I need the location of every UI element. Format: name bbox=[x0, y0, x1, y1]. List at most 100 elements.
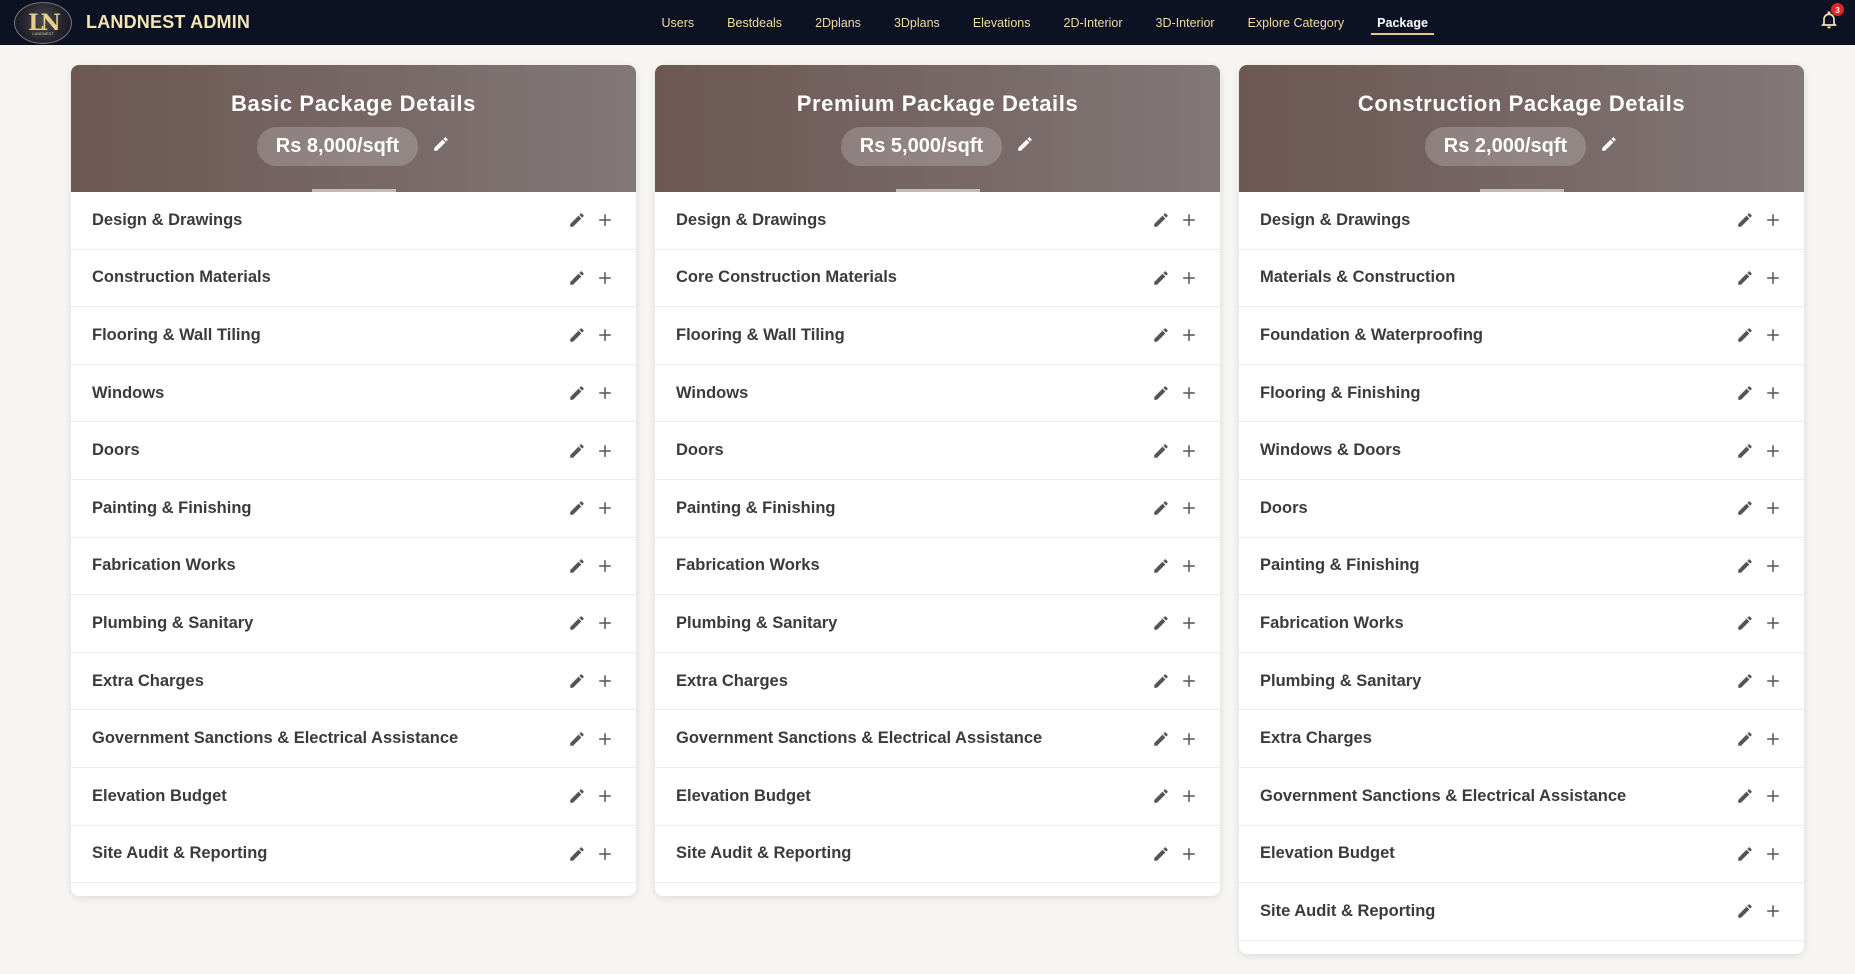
edit-item-button[interactable] bbox=[1736, 730, 1754, 748]
package-card-premium: Premium Package Details Rs 5,000/sqft Desi… bbox=[655, 65, 1220, 897]
add-item-button[interactable] bbox=[1764, 557, 1782, 575]
add-item-button[interactable] bbox=[596, 211, 614, 229]
add-item-button[interactable] bbox=[1180, 326, 1198, 344]
nav-link-elevations[interactable]: Elevations bbox=[956, 0, 1047, 45]
nav-link-2dplans[interactable]: 2Dplans bbox=[799, 0, 878, 45]
add-item-button[interactable] bbox=[1180, 269, 1198, 287]
edit-price-button[interactable] bbox=[1600, 135, 1618, 153]
add-item-button[interactable] bbox=[596, 499, 614, 517]
add-item-button[interactable] bbox=[1180, 787, 1198, 805]
add-item-button[interactable] bbox=[596, 269, 614, 287]
add-item-button[interactable] bbox=[1180, 614, 1198, 632]
add-item-button[interactable] bbox=[1764, 902, 1782, 920]
edit-item-button[interactable] bbox=[568, 672, 586, 690]
edit-item-button[interactable] bbox=[568, 326, 586, 344]
add-item-button[interactable] bbox=[1764, 211, 1782, 229]
add-item-button[interactable] bbox=[1764, 845, 1782, 863]
package-item: Site Audit & Reporting bbox=[71, 826, 636, 884]
edit-item-button[interactable] bbox=[568, 499, 586, 517]
edit-item-button[interactable] bbox=[1736, 211, 1754, 229]
edit-item-button[interactable] bbox=[568, 384, 586, 402]
nav-link-2d-interior[interactable]: 2D-Interior bbox=[1047, 0, 1139, 45]
add-item-button[interactable] bbox=[1764, 499, 1782, 517]
edit-item-button[interactable] bbox=[1152, 211, 1170, 229]
add-item-button[interactable] bbox=[1764, 442, 1782, 460]
edit-item-button[interactable] bbox=[1736, 269, 1754, 287]
edit-item-button[interactable] bbox=[568, 269, 586, 287]
nav-link-package[interactable]: Package bbox=[1361, 0, 1445, 45]
brand[interactable]: LN LANDNEST LANDNEST ADMIN bbox=[14, 1, 250, 44]
edit-item-button[interactable] bbox=[1152, 499, 1170, 517]
edit-item-button[interactable] bbox=[1152, 326, 1170, 344]
nav-link-3d-interior[interactable]: 3D-Interior bbox=[1139, 0, 1231, 45]
add-item-button[interactable] bbox=[596, 730, 614, 748]
add-item-button[interactable] bbox=[1180, 499, 1198, 517]
add-item-button[interactable] bbox=[1180, 730, 1198, 748]
add-item-button[interactable] bbox=[1764, 326, 1782, 344]
add-item-button[interactable] bbox=[596, 557, 614, 575]
pencil-icon bbox=[1016, 135, 1034, 153]
add-item-button[interactable] bbox=[1180, 672, 1198, 690]
nav-link-users[interactable]: Users bbox=[645, 0, 711, 45]
edit-price-button[interactable] bbox=[432, 135, 450, 153]
edit-item-button[interactable] bbox=[568, 787, 586, 805]
notifications-button[interactable]: 3 bbox=[1819, 3, 1844, 30]
edit-item-button[interactable] bbox=[1736, 557, 1754, 575]
edit-item-button[interactable] bbox=[1152, 730, 1170, 748]
edit-item-button[interactable] bbox=[1736, 326, 1754, 344]
pencil-icon bbox=[432, 135, 450, 153]
package-item: Plumbing & Sanitary bbox=[655, 595, 1220, 653]
add-item-button[interactable] bbox=[1764, 384, 1782, 402]
edit-item-button[interactable] bbox=[1736, 787, 1754, 805]
edit-item-button[interactable] bbox=[568, 614, 586, 632]
nav-link-3dplans[interactable]: 3Dplans bbox=[877, 0, 956, 45]
package-item: Doors bbox=[655, 422, 1220, 480]
nav-link-explore-category[interactable]: Explore Category bbox=[1231, 0, 1361, 45]
package-item-label: Government Sanctions & Electrical Assist… bbox=[1260, 786, 1627, 805]
edit-item-button[interactable] bbox=[1152, 557, 1170, 575]
add-item-button[interactable] bbox=[596, 326, 614, 344]
edit-item-button[interactable] bbox=[568, 442, 586, 460]
edit-item-button[interactable] bbox=[1736, 845, 1754, 863]
edit-item-button[interactable] bbox=[1152, 269, 1170, 287]
add-item-button[interactable] bbox=[596, 442, 614, 460]
package-item-label: Site Audit & Reporting bbox=[676, 844, 852, 863]
add-item-button[interactable] bbox=[596, 672, 614, 690]
add-item-button[interactable] bbox=[596, 845, 614, 863]
edit-item-button[interactable] bbox=[1736, 384, 1754, 402]
edit-item-button[interactable] bbox=[568, 730, 586, 748]
edit-item-button[interactable] bbox=[1736, 442, 1754, 460]
item-actions bbox=[558, 614, 614, 632]
edit-item-button[interactable] bbox=[1736, 672, 1754, 690]
edit-item-button[interactable] bbox=[568, 845, 586, 863]
add-item-button[interactable] bbox=[1180, 384, 1198, 402]
edit-item-button[interactable] bbox=[1152, 672, 1170, 690]
edit-item-button[interactable] bbox=[1736, 902, 1754, 920]
add-item-button[interactable] bbox=[1764, 730, 1782, 748]
item-actions bbox=[1142, 614, 1198, 632]
add-item-button[interactable] bbox=[596, 384, 614, 402]
edit-item-button[interactable] bbox=[1152, 787, 1170, 805]
add-item-button[interactable] bbox=[1764, 672, 1782, 690]
header-tab-indicator bbox=[311, 189, 396, 192]
add-item-button[interactable] bbox=[1764, 787, 1782, 805]
edit-item-button[interactable] bbox=[1152, 442, 1170, 460]
add-item-button[interactable] bbox=[1764, 269, 1782, 287]
edit-item-button[interactable] bbox=[1152, 845, 1170, 863]
add-item-button[interactable] bbox=[1180, 442, 1198, 460]
edit-item-button[interactable] bbox=[568, 211, 586, 229]
pencil-icon bbox=[568, 730, 586, 748]
add-item-button[interactable] bbox=[1180, 557, 1198, 575]
add-item-button[interactable] bbox=[596, 614, 614, 632]
add-item-button[interactable] bbox=[1180, 211, 1198, 229]
add-item-button[interactable] bbox=[596, 787, 614, 805]
edit-price-button[interactable] bbox=[1016, 135, 1034, 153]
add-item-button[interactable] bbox=[1180, 845, 1198, 863]
edit-item-button[interactable] bbox=[568, 557, 586, 575]
nav-link-bestdeals[interactable]: Bestdeals bbox=[711, 0, 799, 45]
add-item-button[interactable] bbox=[1764, 614, 1782, 632]
edit-item-button[interactable] bbox=[1736, 499, 1754, 517]
edit-item-button[interactable] bbox=[1736, 614, 1754, 632]
edit-item-button[interactable] bbox=[1152, 384, 1170, 402]
edit-item-button[interactable] bbox=[1152, 614, 1170, 632]
